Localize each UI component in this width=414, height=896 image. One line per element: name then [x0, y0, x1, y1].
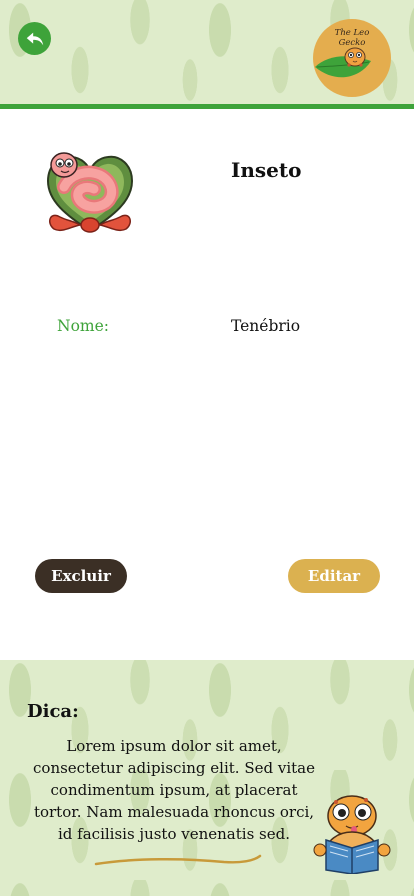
tip-section: Dica: Lorem ipsum dolor sit amet, consec… — [0, 660, 414, 896]
name-value: Tenébrio — [231, 317, 301, 335]
decorative-squiggle — [94, 854, 262, 866]
header-divider — [0, 104, 414, 109]
app-logo: The Leo Gecko — [313, 19, 391, 97]
delete-button[interactable]: Excluir — [35, 559, 127, 593]
arrow-back-icon — [26, 32, 43, 45]
edit-button[interactable]: Editar — [288, 559, 380, 593]
name-label: Nome: — [57, 317, 109, 335]
header: The Leo Gecko — [0, 0, 414, 104]
tip-title: Dica: — [27, 701, 79, 722]
category-title: Inseto — [231, 158, 302, 182]
gecko-reading-book-illustration — [306, 790, 398, 875]
tip-text: Lorem ipsum dolor sit amet, consectetur … — [33, 737, 315, 843]
leaf-icon — [315, 47, 371, 78]
worm-in-heart-illustration — [40, 145, 140, 241]
back-button[interactable] — [18, 22, 51, 55]
